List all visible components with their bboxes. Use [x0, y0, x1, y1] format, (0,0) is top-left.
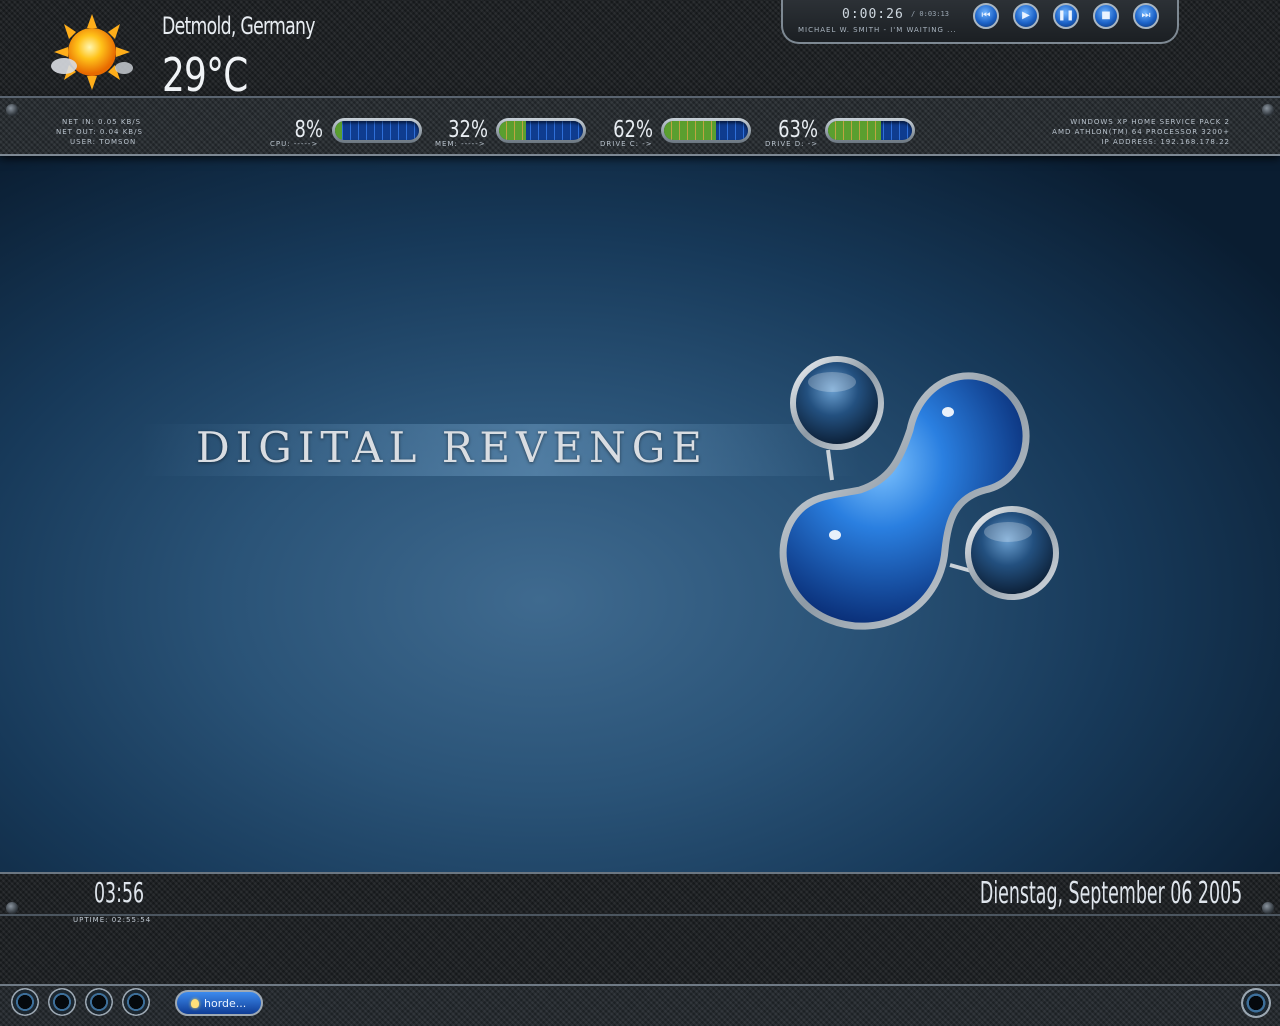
user-readout: USER: TOMSON — [70, 138, 137, 146]
previous-icon: ⏮ — [981, 10, 991, 21]
quick-launch-button[interactable] — [11, 988, 39, 1016]
os-readout: WINDOWS XP HOME SERVICE PACK 2 — [1070, 118, 1230, 126]
stop-icon: ■ — [1101, 10, 1111, 21]
quick-launch-button[interactable] — [48, 988, 76, 1016]
play-icon: ▶ — [1022, 10, 1030, 21]
track-title: MICHAEL W. SMITH - I'M WAITING ... — [798, 26, 957, 34]
cpu-meter — [332, 118, 422, 143]
uptime-readout: UPTIME: 02:55:54 — [73, 916, 152, 924]
drive-c-meter-fill — [664, 121, 717, 140]
track-total-time: / 0:03:13 — [911, 10, 949, 18]
drive-c-label: DRIVE C: -> — [600, 140, 653, 148]
orb-logo — [779, 356, 1059, 630]
weather-temperature: 29°C — [162, 48, 248, 102]
drive-d-meter — [825, 118, 915, 143]
next-button[interactable]: ⏭ — [1133, 3, 1159, 29]
pause-icon: ❚❚ — [1057, 10, 1075, 21]
drive-d-meter-fill — [828, 121, 881, 140]
sun-icon — [51, 14, 133, 90]
wallpaper-title: DIGITAL REVENGE — [196, 423, 708, 472]
net-out-readout: NET OUT: 0.04 KB/S — [56, 128, 143, 136]
stop-button[interactable]: ■ — [1093, 3, 1119, 29]
date-display: Dienstag, September 06 2005 — [979, 876, 1242, 911]
tray-button[interactable] — [1241, 988, 1271, 1018]
mem-meter-fill — [499, 121, 526, 140]
cpu-meter-fill — [335, 121, 342, 140]
taskbar-button-horde[interactable]: horde... — [175, 990, 263, 1016]
rivet — [6, 902, 18, 914]
play-button[interactable]: ▶ — [1013, 3, 1039, 29]
processor-readout: AMD ATHLON(TM) 64 PROCESSOR 3200+ — [1052, 128, 1230, 136]
track-elapsed-time: 0:00:26 — [842, 7, 904, 22]
ip-readout: IP ADDRESS: 192.168.178.22 — [1101, 138, 1230, 146]
cpu-label: CPU: -----> — [270, 140, 319, 148]
rivet — [1262, 902, 1274, 914]
clock-time: 03:56 — [94, 876, 145, 909]
mem-label: MEM: -----> — [435, 140, 486, 148]
next-icon: ⏭ — [1141, 10, 1151, 21]
drive-c-meter — [661, 118, 751, 143]
weather-location: Detmold, Germany — [162, 12, 315, 40]
pause-button[interactable]: ❚❚ — [1053, 3, 1079, 29]
quick-launch-button[interactable] — [122, 988, 150, 1016]
net-in-readout: NET IN: 0.05 KB/S — [62, 118, 142, 126]
quick-launch-button[interactable] — [85, 988, 113, 1016]
rivet — [6, 104, 18, 116]
drive-d-label: DRIVE D: -> — [765, 140, 819, 148]
rivet — [1262, 104, 1274, 116]
taskbar-button-label: horde... — [204, 996, 247, 1010]
previous-button[interactable]: ⏮ — [973, 3, 999, 29]
mem-meter — [496, 118, 586, 143]
lightbulb-icon — [191, 998, 199, 1008]
